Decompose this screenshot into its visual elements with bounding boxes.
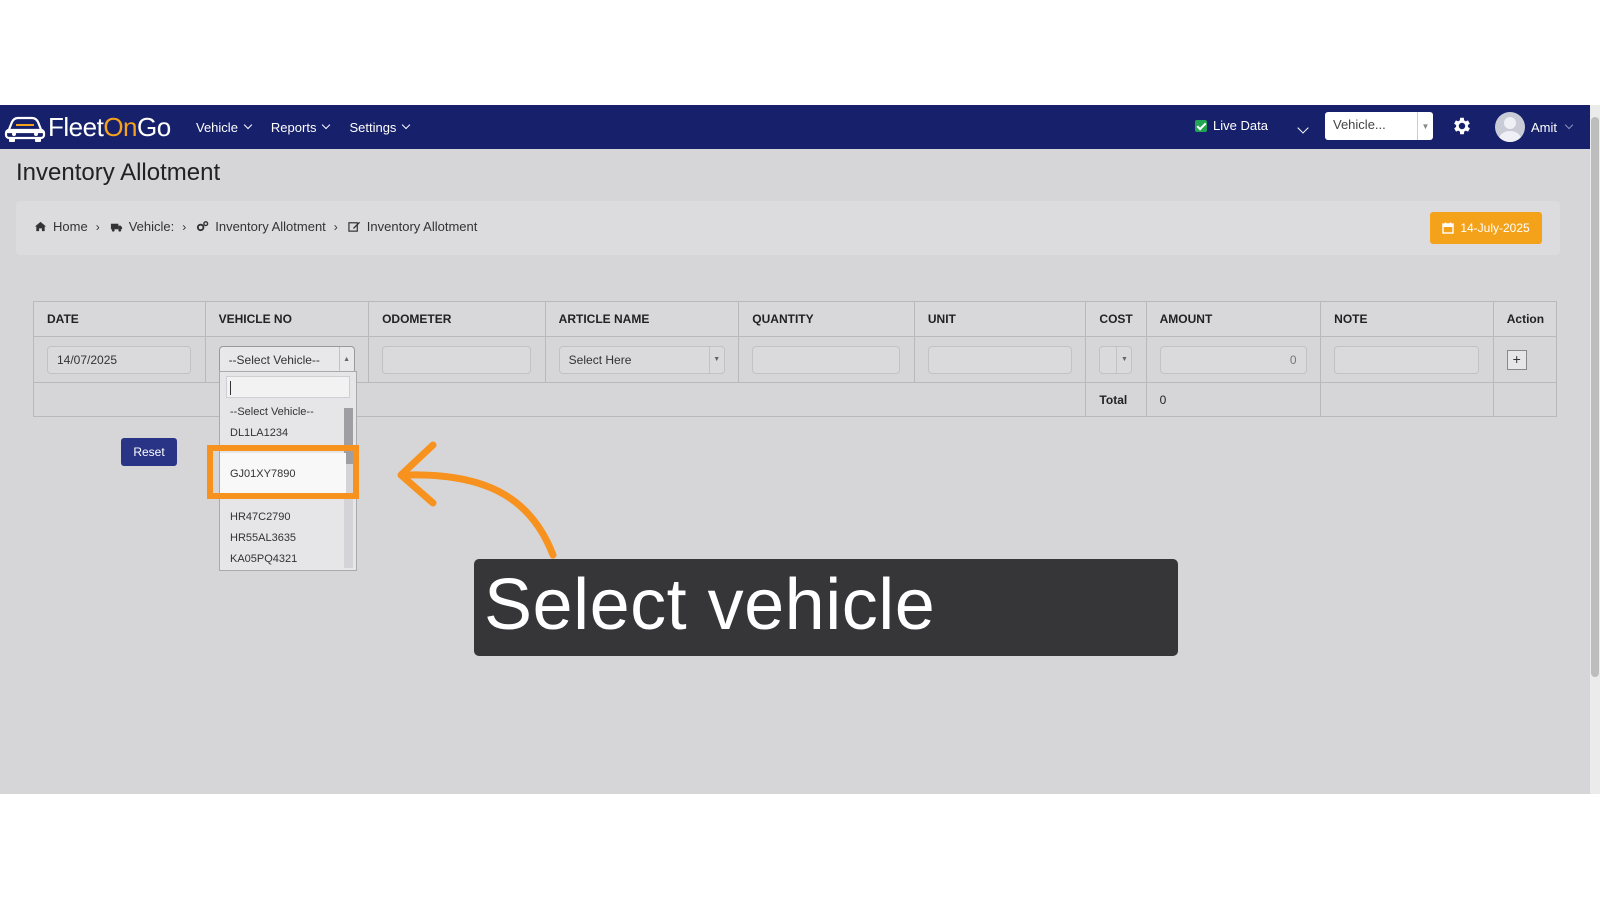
vehicle-no-select[interactable]: --Select Vehicle-- ▲ <box>218 345 355 374</box>
breadcrumb-bar: Home › Vehicle: › Inventory Allotment › Inv… <box>16 201 1560 255</box>
menu-vehicle[interactable]: Vehicle <box>196 119 253 135</box>
menu-settings[interactable]: Settings <box>349 119 411 135</box>
avatar <box>1495 112 1525 142</box>
breadcrumb: Home › Vehicle: › Inventory Allotment › Inv… <box>34 219 477 234</box>
menu-reports-label: Reports <box>270 119 317 135</box>
page-title: Inventory Allotment <box>16 159 221 186</box>
col-header-vehicle-no: VEHICLE NO <box>204 301 370 337</box>
chevron-down-icon <box>1297 122 1309 134</box>
article-name-select[interactable]: Select Here ▼ <box>558 345 725 374</box>
user-name: Amit <box>1531 119 1557 135</box>
vehicle-no-select-value: --Select Vehicle-- <box>228 352 320 367</box>
home-icon <box>34 221 47 232</box>
add-row-button[interactable]: + <box>1506 349 1527 370</box>
date-badge-text: 14-July-2025 <box>1460 221 1530 235</box>
breadcrumb-separator: › <box>333 219 338 234</box>
dropdown-option[interactable]: DL1LA1234 <box>230 427 288 439</box>
chevron-down-icon <box>322 120 331 130</box>
logo-go-text: Go <box>137 111 171 142</box>
live-data-checkbox[interactable] <box>1195 119 1207 132</box>
top-navbar: FleetOnGo Vehicle Reports Settings Live … <box>0 105 1590 149</box>
col-header-action: Action <box>1492 301 1558 337</box>
page-scrollbar-thumb[interactable] <box>1591 117 1599 677</box>
breadcrumb-inventory-allotment-parent[interactable]: Inventory Allotment <box>215 219 326 234</box>
caret-down-icon: ▼ <box>1116 346 1131 373</box>
menu-settings-label: Settings <box>349 119 397 135</box>
total-label: Total <box>1085 382 1147 417</box>
breadcrumb-separator: › <box>182 219 187 234</box>
pointer-arrow-icon <box>397 441 557 559</box>
odometer-input[interactable] <box>382 345 532 374</box>
date-input[interactable]: 14/07/2025 <box>47 345 191 374</box>
cogs-icon <box>197 221 209 232</box>
article-name-select-value: Select Here <box>568 352 632 367</box>
main-menu: Vehicle Reports Settings <box>196 105 411 149</box>
app-frame: FleetOnGo Vehicle Reports Settings Live … <box>0 105 1590 794</box>
callout-text: Select vehicle <box>484 565 936 645</box>
menu-reports[interactable]: Reports <box>270 119 331 135</box>
logo-fleet-text: Fleet <box>48 111 104 142</box>
logo-on-text: On <box>103 111 137 142</box>
total-row-note-cell <box>1320 382 1494 417</box>
vehicle-dropdown-search[interactable] <box>226 376 350 398</box>
total-value: 0 <box>1145 382 1322 417</box>
chevron-down-icon <box>243 120 253 130</box>
col-header-note: NOTE <box>1320 301 1494 337</box>
note-input[interactable] <box>1334 345 1480 374</box>
instruction-callout: Select vehicle <box>474 559 1178 656</box>
breadcrumb-inventory-allotment-current: Inventory Allotment <box>366 219 478 234</box>
live-data-expand-button[interactable] <box>1296 119 1309 137</box>
chevron-down-icon <box>1564 120 1574 130</box>
col-header-odometer: ODOMETER <box>368 301 546 337</box>
dropdown-option[interactable]: HR55AL3635 <box>230 532 296 544</box>
amount-input[interactable]: 0 <box>1159 345 1307 374</box>
highlight-box <box>207 445 359 499</box>
vehicle-select-value: Vehicle... <box>1333 117 1386 132</box>
user-menu[interactable]: Amit <box>1495 112 1574 142</box>
truck-icon <box>110 223 122 232</box>
live-data-label: Live Data <box>1213 118 1268 133</box>
breadcrumb-separator: › <box>95 219 100 234</box>
col-header-article-name: ARTICLE NAME <box>544 301 740 337</box>
col-header-unit: UNIT <box>913 301 1087 337</box>
calendar-icon <box>1442 222 1455 234</box>
menu-vehicle-label: Vehicle <box>196 119 238 135</box>
breadcrumb-home[interactable]: Home <box>53 219 88 234</box>
edit-icon <box>348 221 360 232</box>
reset-button[interactable]: Reset <box>121 438 177 466</box>
breadcrumb-vehicle[interactable]: Vehicle: <box>129 219 175 234</box>
dropdown-option[interactable]: KA05PQ4321 <box>230 553 297 565</box>
page-scrollbar[interactable] <box>1590 105 1600 794</box>
dropdown-option[interactable]: HR47C2790 <box>230 511 291 523</box>
unit-input[interactable] <box>927 345 1072 374</box>
col-header-date: DATE <box>33 301 206 337</box>
col-header-cost: COST <box>1085 301 1147 337</box>
fleetongo-logo[interactable]: FleetOnGo <box>4 109 171 145</box>
chevron-down-icon <box>402 120 411 130</box>
car-logo-icon <box>4 116 46 142</box>
gear-icon[interactable] <box>1451 115 1473 137</box>
live-data-toggle[interactable]: Live Data <box>1195 118 1268 133</box>
quantity-input[interactable] <box>752 345 901 374</box>
dropdown-option[interactable]: --Select Vehicle-- <box>230 406 314 418</box>
vehicle-select-dropdown[interactable]: Vehicle... ▼ <box>1325 112 1433 140</box>
table-header-row: DATE VEHICLE NO ODOMETER ARTICLE NAME QU… <box>33 301 1558 337</box>
cost-select[interactable]: ▼ <box>1099 345 1133 374</box>
logo-text: FleetOnGo <box>48 112 171 143</box>
total-row-spacer <box>32 382 1087 417</box>
date-badge[interactable]: 14-July-2025 <box>1430 212 1542 244</box>
col-header-quantity: QUANTITY <box>738 301 915 337</box>
caret-down-icon: ▼ <box>1417 112 1433 140</box>
col-header-amount: AMOUNT <box>1145 301 1322 337</box>
caret-down-icon: ▼ <box>708 346 724 373</box>
caret-up-icon: ▲ <box>338 346 354 373</box>
total-row-action-cell <box>1492 382 1558 417</box>
